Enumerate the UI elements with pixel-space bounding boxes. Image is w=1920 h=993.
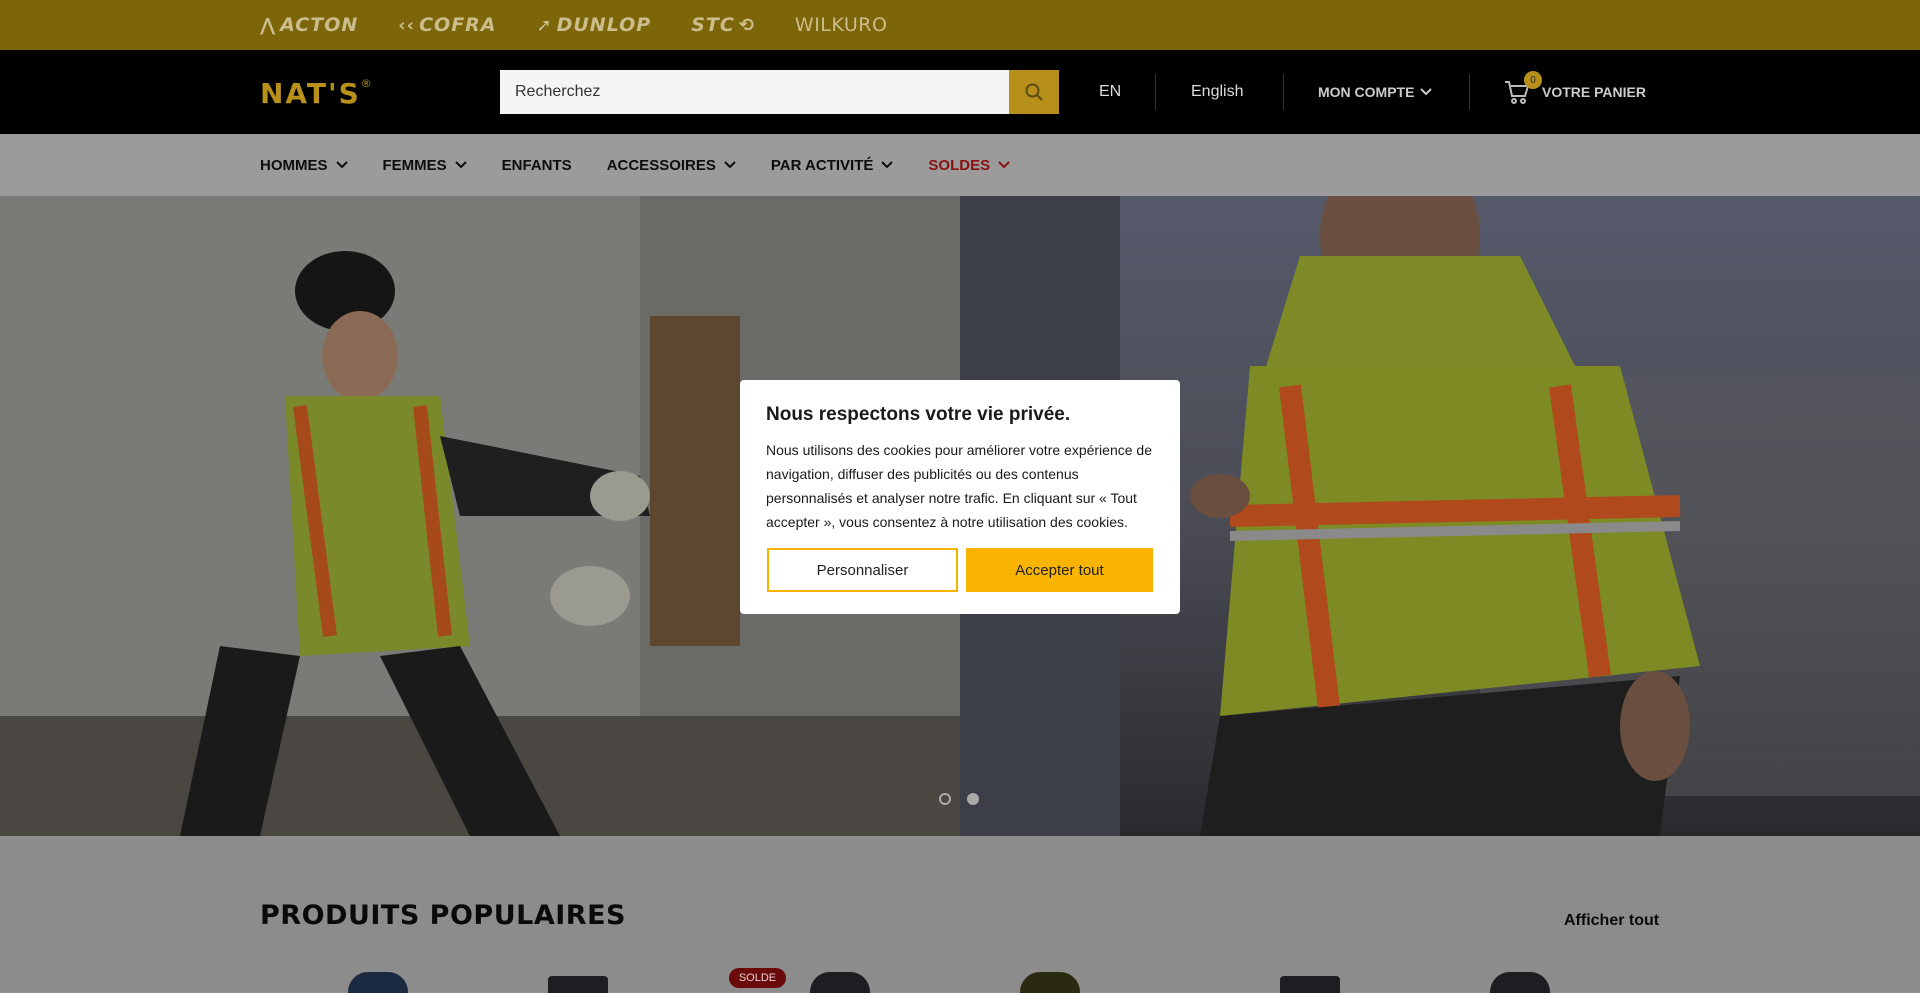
chevron-down-icon (454, 161, 467, 169)
brand-stc-label: STC (691, 14, 735, 36)
cofra-logo-icon: ‹‹ (398, 14, 416, 36)
customize-button[interactable]: Personnaliser (767, 548, 958, 592)
nav-item-par-activite[interactable]: PAR ACTIVITÉ (771, 157, 894, 174)
main-nav: HOMMES FEMMES ENFANTS ACCESSOIRES PAR AC… (0, 134, 1920, 196)
cookie-consent-dialog: Nous respectons votre vie privée. Nous u… (740, 380, 1180, 614)
nav-item-accessoires[interactable]: ACCESSOIRES (607, 157, 736, 174)
brand-dunlop[interactable]: ➚ DUNLOP (537, 14, 652, 36)
carousel-dot-1[interactable] (939, 793, 951, 805)
registered-mark: ® (360, 76, 374, 90)
accept-all-button[interactable]: Accepter tout (966, 548, 1153, 592)
brand-stc[interactable]: STC ⟲ (691, 14, 755, 36)
account-menu-label: MON COMPTE (1318, 84, 1415, 100)
cookie-actions: Personnaliser Accepter tout (767, 548, 1153, 592)
nav-item-soldes[interactable]: SOLDES (928, 157, 1010, 174)
product-thumb[interactable] (1020, 972, 1080, 993)
cart-label: VOTRE PANIER (1542, 84, 1646, 100)
search-button[interactable] (1009, 70, 1059, 114)
header-divider (1283, 74, 1284, 110)
site-logo[interactable]: NAT'S® (260, 77, 374, 110)
stc-logo-icon: ⟲ (738, 14, 755, 36)
brand-list: ⋀ ACTON ‹‹ COFRA ➚ DUNLOP STC ⟲ WILKURO (260, 0, 887, 50)
brand-cofra-label: COFRA (419, 14, 497, 36)
cart-count-badge: 0 (1524, 71, 1542, 89)
nav-item-enfants[interactable]: ENFANTS (502, 157, 572, 174)
language-code-label: EN (1099, 83, 1122, 100)
sale-badge: SOLDE (729, 968, 786, 988)
see-all-link[interactable]: Afficher tout (1564, 912, 1659, 930)
search-bar (500, 70, 1059, 114)
nav-item-label: ENFANTS (501, 156, 572, 174)
product-thumb[interactable] (1490, 972, 1550, 993)
product-thumb[interactable] (1280, 976, 1340, 993)
brand-wilkuro-label: WILKURO (794, 14, 888, 36)
language-switch[interactable]: English (1191, 50, 1243, 134)
popular-products-section: PRODUITS POPULAIRES Afficher tout SOLDE (0, 836, 1920, 993)
site-header: NAT'S® EN English MON COMPTE 0 VOTRE PAN… (0, 50, 1920, 134)
chevron-down-icon (724, 161, 736, 169)
language-switch-label: English (1191, 83, 1244, 100)
chevron-down-icon (1420, 88, 1433, 96)
search-icon (1025, 83, 1043, 101)
chevron-down-icon (335, 161, 348, 169)
chevron-down-icon (881, 161, 894, 169)
cookie-description: Nous utilisons des cookies pour améliore… (766, 442, 1152, 530)
dunlop-logo-icon: ➚ (536, 14, 553, 36)
cart-link[interactable]: 0 VOTRE PANIER (1504, 50, 1646, 134)
brand-acton[interactable]: ⋀ ACTON (260, 14, 358, 36)
carousel-dots (939, 793, 979, 805)
brand-wilkuro[interactable]: WILKURO (795, 14, 888, 36)
nav-item-label: PAR ACTIVITÉ (770, 156, 874, 174)
brand-bar: ⋀ ACTON ‹‹ COFRA ➚ DUNLOP STC ⟲ WILKURO (0, 0, 1920, 50)
cookie-title: Nous respectons votre vie privée. (766, 404, 1071, 425)
brand-dunlop-label: DUNLOP (556, 14, 652, 36)
acton-logo-icon: ⋀ (260, 14, 277, 36)
site-logo-text: NAT'S (260, 77, 361, 110)
nav-item-label: ACCESSOIRES (606, 156, 716, 174)
nav-item-hommes[interactable]: HOMMES (260, 157, 348, 174)
brand-cofra[interactable]: ‹‹ COFRA (398, 14, 496, 36)
header-divider (1155, 74, 1156, 110)
cart-icon: 0 (1504, 71, 1542, 105)
chevron-down-icon (998, 161, 1010, 169)
nav-item-label: SOLDES (928, 156, 991, 174)
search-input[interactable] (500, 70, 1009, 114)
product-thumb[interactable] (348, 972, 408, 993)
product-thumb[interactable] (548, 976, 608, 993)
nav-item-label: FEMMES (382, 156, 447, 174)
account-menu[interactable]: MON COMPTE (1318, 50, 1433, 134)
section-title: PRODUITS POPULAIRES (260, 900, 626, 931)
carousel-dot-2[interactable] (967, 793, 979, 805)
product-thumb[interactable] (810, 972, 870, 993)
brand-acton-label: ACTON (280, 14, 359, 36)
language-code[interactable]: EN (1099, 50, 1121, 134)
header-divider (1469, 74, 1470, 110)
nav-item-label: HOMMES (260, 156, 328, 174)
nav-item-femmes[interactable]: FEMMES (383, 157, 467, 174)
